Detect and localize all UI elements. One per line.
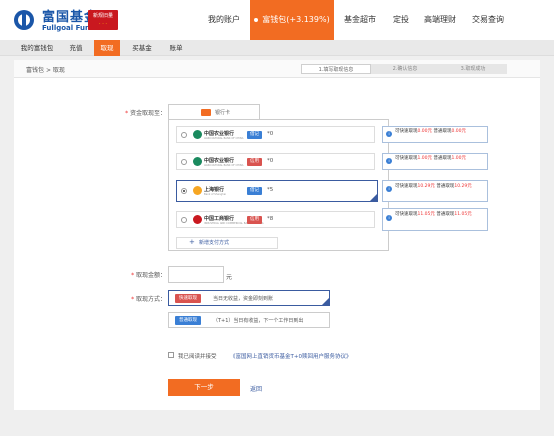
promo-badge[interactable]: 新规旧量 · · · [88, 10, 118, 30]
agree-text: 我已阅读并接受 [178, 354, 217, 360]
plus-icon: + [189, 238, 195, 246]
method-label: * 取现方式： [131, 296, 166, 303]
selected-corner-icon [322, 298, 329, 305]
quota-info: i 可快速取现1.00元 普通取现1.00元 [382, 153, 488, 170]
method-fast-option[interactable]: 快速取现 当日无收益，资金即刻到账 [168, 290, 330, 306]
card-number: *0 [267, 158, 274, 164]
card-number: *0 [267, 131, 274, 137]
quota-info: i 可快速取现10.29元 普通取现10.29元 [382, 180, 488, 202]
card-number: *5 [267, 187, 274, 193]
breadcrumb-root[interactable]: 富钱包 [26, 67, 44, 74]
breadcrumb-current: 取现 [52, 67, 65, 74]
next-button[interactable]: 下一步 [168, 379, 240, 396]
step-confirm: 2.确认信息 [371, 64, 439, 74]
tab-bank-card[interactable]: 银行卡 [168, 104, 260, 120]
radio-button[interactable] [181, 217, 187, 223]
nav-trade-query[interactable]: 交易查询 [472, 0, 508, 40]
back-link[interactable]: 返回 [250, 384, 262, 393]
add-payment-method-button[interactable]: + 新增支付方式 [176, 237, 278, 249]
card-type-badge: 借记 [247, 131, 262, 139]
amount-input[interactable] [168, 266, 224, 283]
icbc-bank-logo-icon [193, 215, 202, 224]
subnav-buy-fund[interactable]: 买基金 [126, 40, 158, 56]
agreement-link[interactable]: 《富国网上直销货币基金T+0赎回用户服务协议》 [230, 352, 351, 360]
selected-corner-icon [370, 194, 377, 201]
info-icon: i [386, 131, 392, 137]
breadcrumb: 富钱包 > 取现 [26, 67, 65, 74]
info-icon: i [386, 215, 392, 221]
abc-bank-logo-icon [193, 130, 202, 139]
card-type-badge: 信用 [247, 158, 262, 166]
quota-info: i 可快速取现0.00元 普通取现0.00元 [382, 126, 488, 143]
subnav-withdraw[interactable]: 取现 [94, 40, 120, 56]
currency-unit: 元 [226, 274, 233, 281]
fast-withdraw-button: 快速取现 [175, 294, 201, 303]
step-fill-info: 1.填写取现信息 [301, 64, 371, 74]
quota-info: i 可快速取现11.05元 普通取现11.05元 [382, 208, 488, 231]
amount-label: * 取现金额： [131, 272, 166, 279]
info-icon: i [386, 186, 392, 192]
nav-fixed-invest[interactable]: 定投 [393, 0, 413, 40]
header: 富国基金 Fullgoal Fund 新规旧量 · · · 我的账户 富钱包(+3… [0, 0, 554, 40]
info-icon: i [386, 158, 392, 164]
card-type-badge: 信用 [247, 216, 262, 224]
subnav-bill[interactable]: 账单 [164, 40, 188, 56]
bank-card-option-selected[interactable]: 上海银行 Bank of Shanghai 借记 *5 [176, 180, 378, 202]
agree-checkbox[interactable] [168, 352, 174, 358]
nav-fund-market[interactable]: 基金超市 [344, 0, 384, 40]
card-number: *8 [267, 216, 274, 222]
sub-navigation: 我的富钱包 充值 取现 买基金 账单 [0, 40, 554, 56]
receive-label: * 资金取现至： [125, 110, 166, 117]
subnav-deposit[interactable]: 充值 [64, 40, 88, 56]
radio-button[interactable] [181, 159, 187, 165]
progress-steps: 1.填写取现信息 2.确认信息 3.取现成功 [301, 64, 507, 74]
abc-bank-logo-icon [193, 157, 202, 166]
bos-bank-logo-icon [193, 186, 202, 195]
radio-button[interactable] [181, 132, 187, 138]
bank-card-icon [201, 109, 211, 116]
dot-icon [254, 17, 259, 22]
subnav-my-wallet[interactable]: 我的富钱包 [18, 40, 56, 56]
method-normal-option[interactable]: 普通取现 （T+1）当日有收益，下一个工作日到出 [168, 312, 330, 328]
step-success: 3.取现成功 [439, 64, 507, 74]
nav-wallet[interactable]: 富钱包(+3.139%) [250, 0, 334, 40]
normal-withdraw-button: 普通取现 [175, 316, 201, 325]
bank-card-option[interactable]: 中国工商银行 INDUSTRIAL AND COMMERCIAL BANK OF… [176, 211, 375, 228]
bank-card-option[interactable]: 中国农业银行 AGRICULTURAL BANK OF CHINA 借记 *0 [176, 126, 375, 143]
radio-button[interactable] [181, 188, 187, 194]
nav-my-account[interactable]: 我的账户 [208, 0, 250, 40]
nav-premium[interactable]: 高端理财 [424, 0, 460, 40]
card-type-badge: 借记 [247, 187, 262, 195]
bank-card-option[interactable]: 中国农业银行 AGRICULTURAL BANK OF CHINA 信用 *0 [176, 153, 375, 170]
fullgoal-logo-icon [14, 10, 34, 30]
